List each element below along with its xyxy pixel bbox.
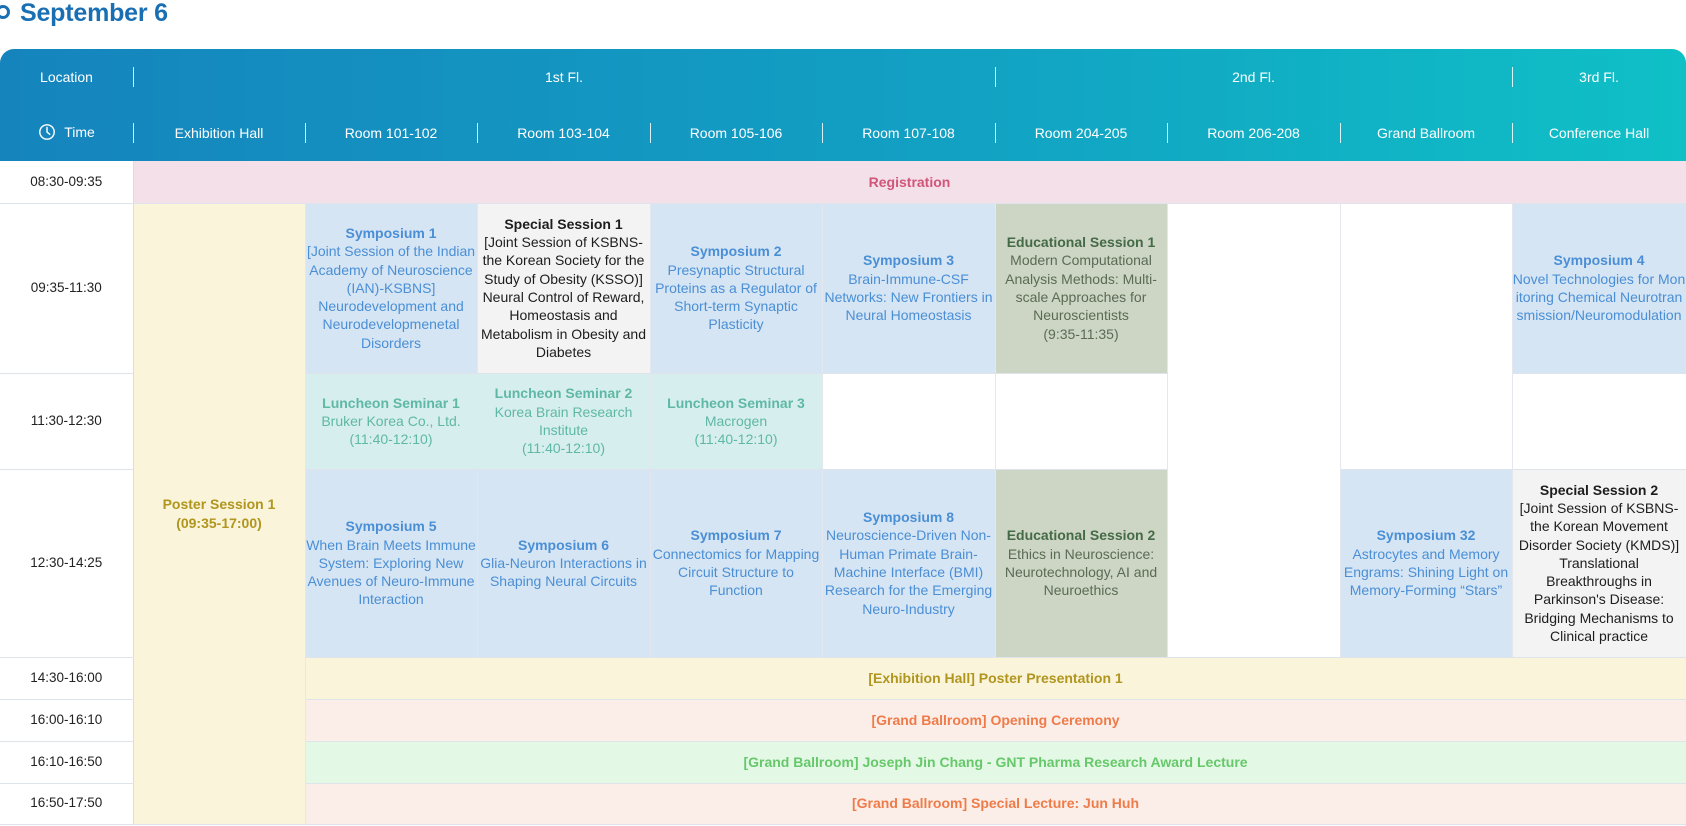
time-row: 09:35-11:30 Poster Session 1 (09:35-17:0… (0, 203, 1686, 825)
symposium-3-cell[interactable]: Symposium 3 Brain-Immune-CSF Networks: N… (822, 203, 996, 374)
symposium-7-cell[interactable]: Symposium 7 Connectomics for Mapping Cir… (650, 469, 823, 658)
room-grand-ballroom: Grand Ballroom (1340, 105, 1512, 161)
symposium-5-cell[interactable]: Symposium 5 When Brain Meets Immune Syst… (305, 469, 478, 658)
session-title: Symposium 3 (862, 252, 955, 269)
luncheon-seminar-2-cell[interactable]: Luncheon Seminar 2 Korea Brain Research … (477, 373, 651, 470)
luncheon-seminar-3-cell[interactable]: Luncheon Seminar 3 Macrogen (11:40-12:10… (650, 373, 823, 470)
poster-presentation-cell[interactable]: [Exhibition Hall] Poster Presentation 1 (305, 657, 1686, 700)
session-desc: Neuroscience-Driven Non-Human Primate Br… (824, 527, 993, 617)
session-title: Symposium 4 (1553, 252, 1645, 269)
time-header-label: Time (64, 123, 95, 140)
special-lecture-cell[interactable]: [Grand Ballroom] Special Lecture: Jun Hu… (305, 783, 1686, 825)
session-title: Educational Session 2 (1006, 527, 1156, 544)
page-title: September 6 (20, 0, 168, 27)
session-desc: Bruker Korea Co., Ltd. (321, 412, 461, 429)
session-desc: Modern Computational Analysis Methods: M… (1005, 252, 1157, 324)
luncheon-seminar-1-cell[interactable]: Luncheon Seminar 1 Bruker Korea Co., Ltd… (305, 373, 478, 470)
opening-ceremony-cell[interactable]: [Grand Ballroom] Opening Ceremony (305, 699, 1686, 742)
session-time: (11:40-12:10) (349, 431, 433, 448)
room-103-104: Room 103-104 (477, 105, 650, 161)
time-slot: 11:30-12:30 (0, 373, 134, 470)
schedule-table: Location 1st Fl. 2nd Fl. 3rd Fl. Time Ex… (0, 49, 1686, 825)
empty-cell (822, 373, 996, 470)
room-105-106: Room 105-106 (650, 105, 822, 161)
special-session-2-cell[interactable]: Special Session 2 [Joint Session of KSBN… (1512, 469, 1686, 658)
award-lecture-cell[interactable]: [Grand Ballroom] Joseph Jin Chang - GNT … (305, 741, 1686, 784)
session-desc: Brain-Immune-CSF Networks: New Frontiers… (824, 270, 993, 324)
session-time: (9:35-11:35) (1043, 325, 1119, 342)
session-desc: Macrogen (704, 412, 768, 429)
time-slot: 12:30-14:25 (0, 469, 134, 658)
special-session-1-cell[interactable]: Special Session 1 [Joint Session of KSBN… (477, 203, 651, 374)
symposium-6-cell[interactable]: Symposium 6 Glia-Neuron Interactions in … (477, 469, 651, 658)
educational-session-1-cell[interactable]: Educational Session 1 Modern Computation… (995, 203, 1168, 374)
time-header: Time (0, 105, 133, 161)
session-time: (11:40-12:10) (521, 440, 605, 457)
session-title: Special Session 2 (1539, 481, 1659, 498)
floor-header-row: Location 1st Fl. 2nd Fl. 3rd Fl. (0, 49, 1686, 105)
session-desc: Ethics in Neuroscience: Neurotechnology,… (1004, 545, 1158, 599)
educational-session-2-cell[interactable]: Educational Session 2 Ethics in Neurosci… (995, 469, 1168, 658)
clock-icon (39, 123, 56, 140)
poster-session-time: (09:35-17:00) (176, 514, 262, 531)
session-desc: Astrocytes and Memory Engrams: Shining L… (1343, 545, 1509, 599)
symposium-4-cell[interactable]: Symposium 4 Novel Technologies for Monit… (1512, 203, 1686, 374)
session-title: Luncheon Seminar 3 (667, 394, 805, 411)
session-desc: Presynaptic Structural Proteins as a Reg… (655, 261, 817, 333)
poster-session-cell[interactable]: Poster Session 1 (09:35-17:00) (133, 203, 306, 825)
session-title: Luncheon Seminar 1 (322, 394, 460, 411)
session-desc: Korea Brain Research Institute (494, 403, 633, 438)
time-slot: 16:50-17:50 (0, 783, 134, 825)
empty-cell (995, 373, 1168, 470)
location-header: Location (40, 69, 93, 85)
session-title: Symposium 5 (345, 518, 437, 535)
circle-bullet-icon (0, 5, 10, 19)
empty-cell (1340, 203, 1513, 470)
symposium-8-cell[interactable]: Symposium 8 Neuroscience-Driven Non-Huma… (822, 469, 996, 658)
session-desc: [Joint Session of KSBNS-the Korean Socie… (481, 234, 646, 360)
session-desc: When Brain Meets Immune System: Explorin… (306, 536, 476, 608)
floor-3rd: 3rd Fl. (1512, 49, 1686, 105)
session-desc: Connectomics for Mapping Circuit Structu… (652, 545, 820, 599)
room-conference-hall: Conference Hall (1512, 105, 1686, 161)
session-title: Symposium 6 (517, 536, 610, 553)
poster-session-title: Poster Session 1 (162, 496, 276, 513)
session-time: (11:40-12:10) (694, 431, 778, 448)
room-101-102: Room 101-102 (305, 105, 477, 161)
session-desc: Novel Technologies for Monitoring Chemic… (1512, 270, 1686, 324)
session-title: Luncheon Seminar 2 (494, 385, 633, 402)
room-header-row: Time Exhibition Hall Room 101-102 Room 1… (0, 105, 1686, 161)
time-slot: 16:10-16:50 (0, 741, 134, 784)
session-title: Educational Session 1 (1006, 234, 1156, 251)
symposium-2-cell[interactable]: Symposium 2 Presynaptic Structural Prote… (650, 203, 823, 374)
floor-1st: 1st Fl. (133, 49, 995, 105)
session-title: Symposium 2 (690, 243, 782, 260)
time-slot: 14:30-16:00 (0, 657, 134, 700)
floor-2nd: 2nd Fl. (995, 49, 1512, 105)
symposium-32-cell[interactable]: Symposium 32 Astrocytes and Memory Engra… (1340, 469, 1513, 658)
session-title: Special Session 1 (504, 215, 623, 232)
time-slot: 08:30-09:35 (0, 161, 134, 204)
session-title: Symposium 32 (1376, 527, 1476, 544)
symposium-1-cell[interactable]: Symposium 1 [Joint Session of the Indian… (305, 203, 478, 374)
empty-cell (1167, 203, 1341, 658)
session-desc: Glia-Neuron Interactions in Shaping Neur… (480, 554, 647, 590)
empty-cell (1512, 373, 1686, 470)
session-title: Symposium 1 (345, 224, 437, 241)
room-204-205: Room 204-205 (995, 105, 1167, 161)
session-desc: [Joint Session of KSBNS-the Korean Movem… (1518, 499, 1680, 645)
time-slot: 16:00-16:10 (0, 699, 134, 742)
room-exhibition-hall: Exhibition Hall (133, 105, 305, 161)
time-slot: 09:35-11:30 (0, 203, 134, 374)
session-desc: [Joint Session of the Indian Academy of … (306, 243, 476, 351)
registration-cell[interactable]: Registration (133, 161, 1686, 204)
room-206-208: Room 206-208 (1167, 105, 1340, 161)
session-title: Symposium 7 (690, 527, 782, 544)
time-row: 08:30-09:35 Registration (0, 161, 1686, 204)
session-title: Symposium 8 (862, 509, 955, 526)
room-107-108: Room 107-108 (822, 105, 995, 161)
